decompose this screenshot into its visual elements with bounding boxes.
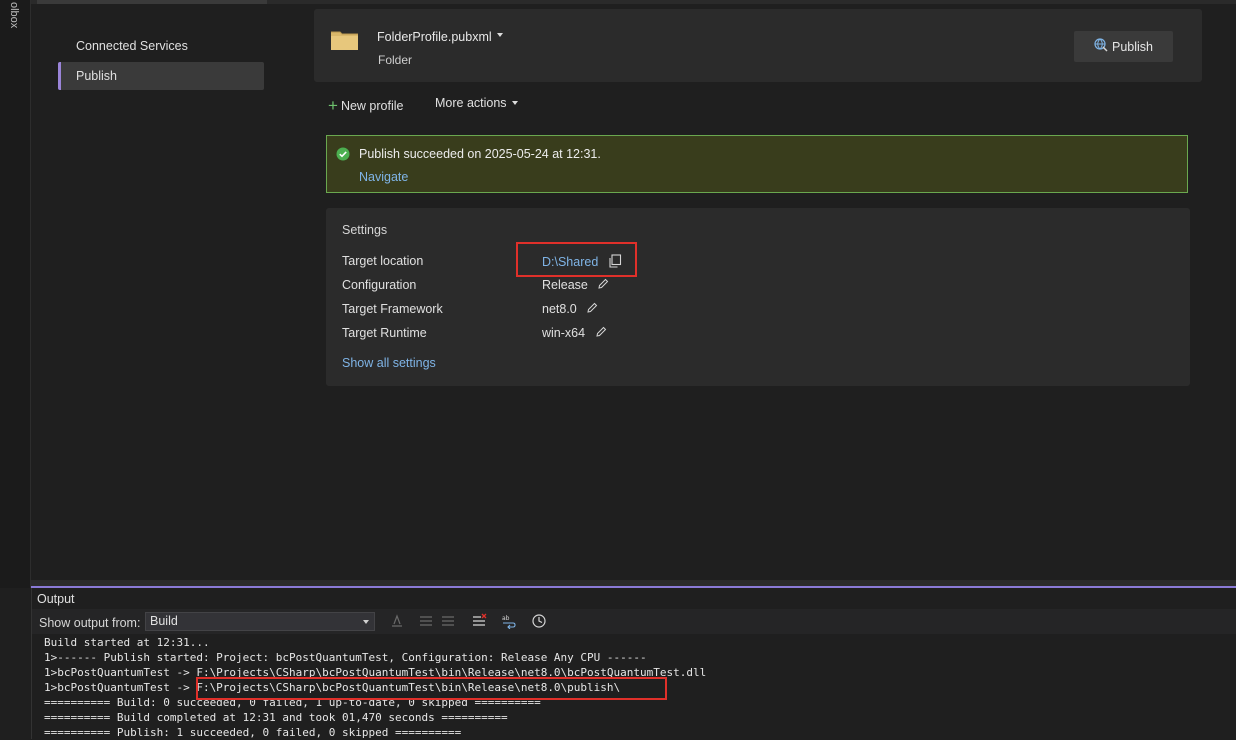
output-source-select[interactable]: Build (145, 612, 375, 631)
banner-message: Publish succeeded on 2025-05-24 at 12:31… (359, 147, 601, 161)
publish-button[interactable]: Publish (1074, 31, 1173, 62)
more-actions-dropdown[interactable]: More actions (435, 96, 518, 110)
svg-text:ab: ab (502, 615, 510, 622)
chevron-down-icon (511, 101, 518, 105)
show-output-from-label: Show output from: (39, 616, 141, 630)
pencil-icon[interactable] (595, 326, 607, 341)
chevron-down-icon (363, 620, 369, 624)
nav-item-label: Publish (76, 69, 117, 83)
setting-label-target-location: Target location (342, 254, 424, 268)
publish-success-banner: Publish succeeded on 2025-05-24 at 12:31… (326, 135, 1188, 193)
pencil-icon[interactable] (597, 278, 609, 293)
settings-panel: Settings Target location D:\Shared Confi… (326, 208, 1190, 386)
success-check-icon (336, 147, 350, 164)
setting-value-target-framework: net8.0 (542, 302, 598, 317)
setting-value-configuration: Release (542, 278, 609, 293)
publish-button-label: Publish (1112, 39, 1153, 54)
chevron-down-icon[interactable] (497, 33, 503, 37)
plus-icon: + (328, 96, 338, 115)
output-title: Output (37, 592, 75, 606)
publish-profile-card: FolderProfile.pubxml Folder Publish (314, 9, 1202, 82)
new-profile-button[interactable]: + New profile (328, 95, 403, 115)
profile-type: Folder (378, 53, 413, 67)
highlight-box-target-location (516, 242, 637, 277)
highlight-box-publish-path (196, 677, 667, 700)
clear-all-icon[interactable] (471, 613, 487, 632)
output-line: ========== Build completed at 12:31 and … (44, 711, 508, 724)
output-source-value: Build (150, 614, 178, 628)
setting-value-target-runtime: win-x64 (542, 326, 607, 341)
new-profile-label: New profile (340, 99, 404, 113)
setting-label-target-runtime: Target Runtime (342, 326, 427, 340)
pencil-icon[interactable] (586, 302, 598, 317)
target-framework-value: net8.0 (542, 302, 577, 316)
output-line: 1>------ Publish started: Project: bcPos… (44, 651, 647, 664)
globe-publish-icon (1094, 38, 1108, 55)
output-splitter[interactable] (31, 580, 1236, 588)
show-all-settings-link[interactable]: Show all settings (342, 356, 436, 370)
navigate-link[interactable]: Navigate (359, 170, 408, 184)
configuration-value: Release (542, 278, 588, 292)
output-line: ========== Publish: 1 succeeded, 0 faile… (44, 726, 462, 739)
setting-label-target-framework: Target Framework (342, 302, 443, 316)
toolbox-label[interactable]: olbox (8, 2, 20, 28)
folder-icon (330, 29, 359, 54)
settings-title: Settings (342, 223, 388, 237)
target-runtime-value: win-x64 (542, 326, 586, 340)
word-wrap-icon[interactable]: ab (501, 613, 517, 632)
nav-item-label: Connected Services (76, 39, 188, 53)
output-line: Build started at 12:31... (44, 636, 210, 649)
previous-message-icon[interactable] (418, 613, 434, 632)
output-toolbar: Show output from: Build ab (32, 609, 1236, 634)
setting-label-configuration: Configuration (342, 278, 417, 292)
more-actions-label: More actions (435, 96, 507, 110)
profile-selector[interactable]: FolderProfile.pubxml (377, 30, 492, 44)
nav-item-publish[interactable]: Publish (58, 62, 264, 90)
next-message-icon[interactable] (440, 613, 456, 632)
toolbox-strip[interactable]: olbox (0, 0, 31, 588)
clock-icon[interactable] (531, 613, 547, 632)
find-message-icon[interactable] (389, 613, 405, 632)
publish-navigation: Connected Services Publish (31, 4, 301, 580)
output-window: Output Show output from: Build ab Build … (31, 588, 1236, 739)
nav-item-connected-services[interactable]: Connected Services (58, 32, 264, 60)
